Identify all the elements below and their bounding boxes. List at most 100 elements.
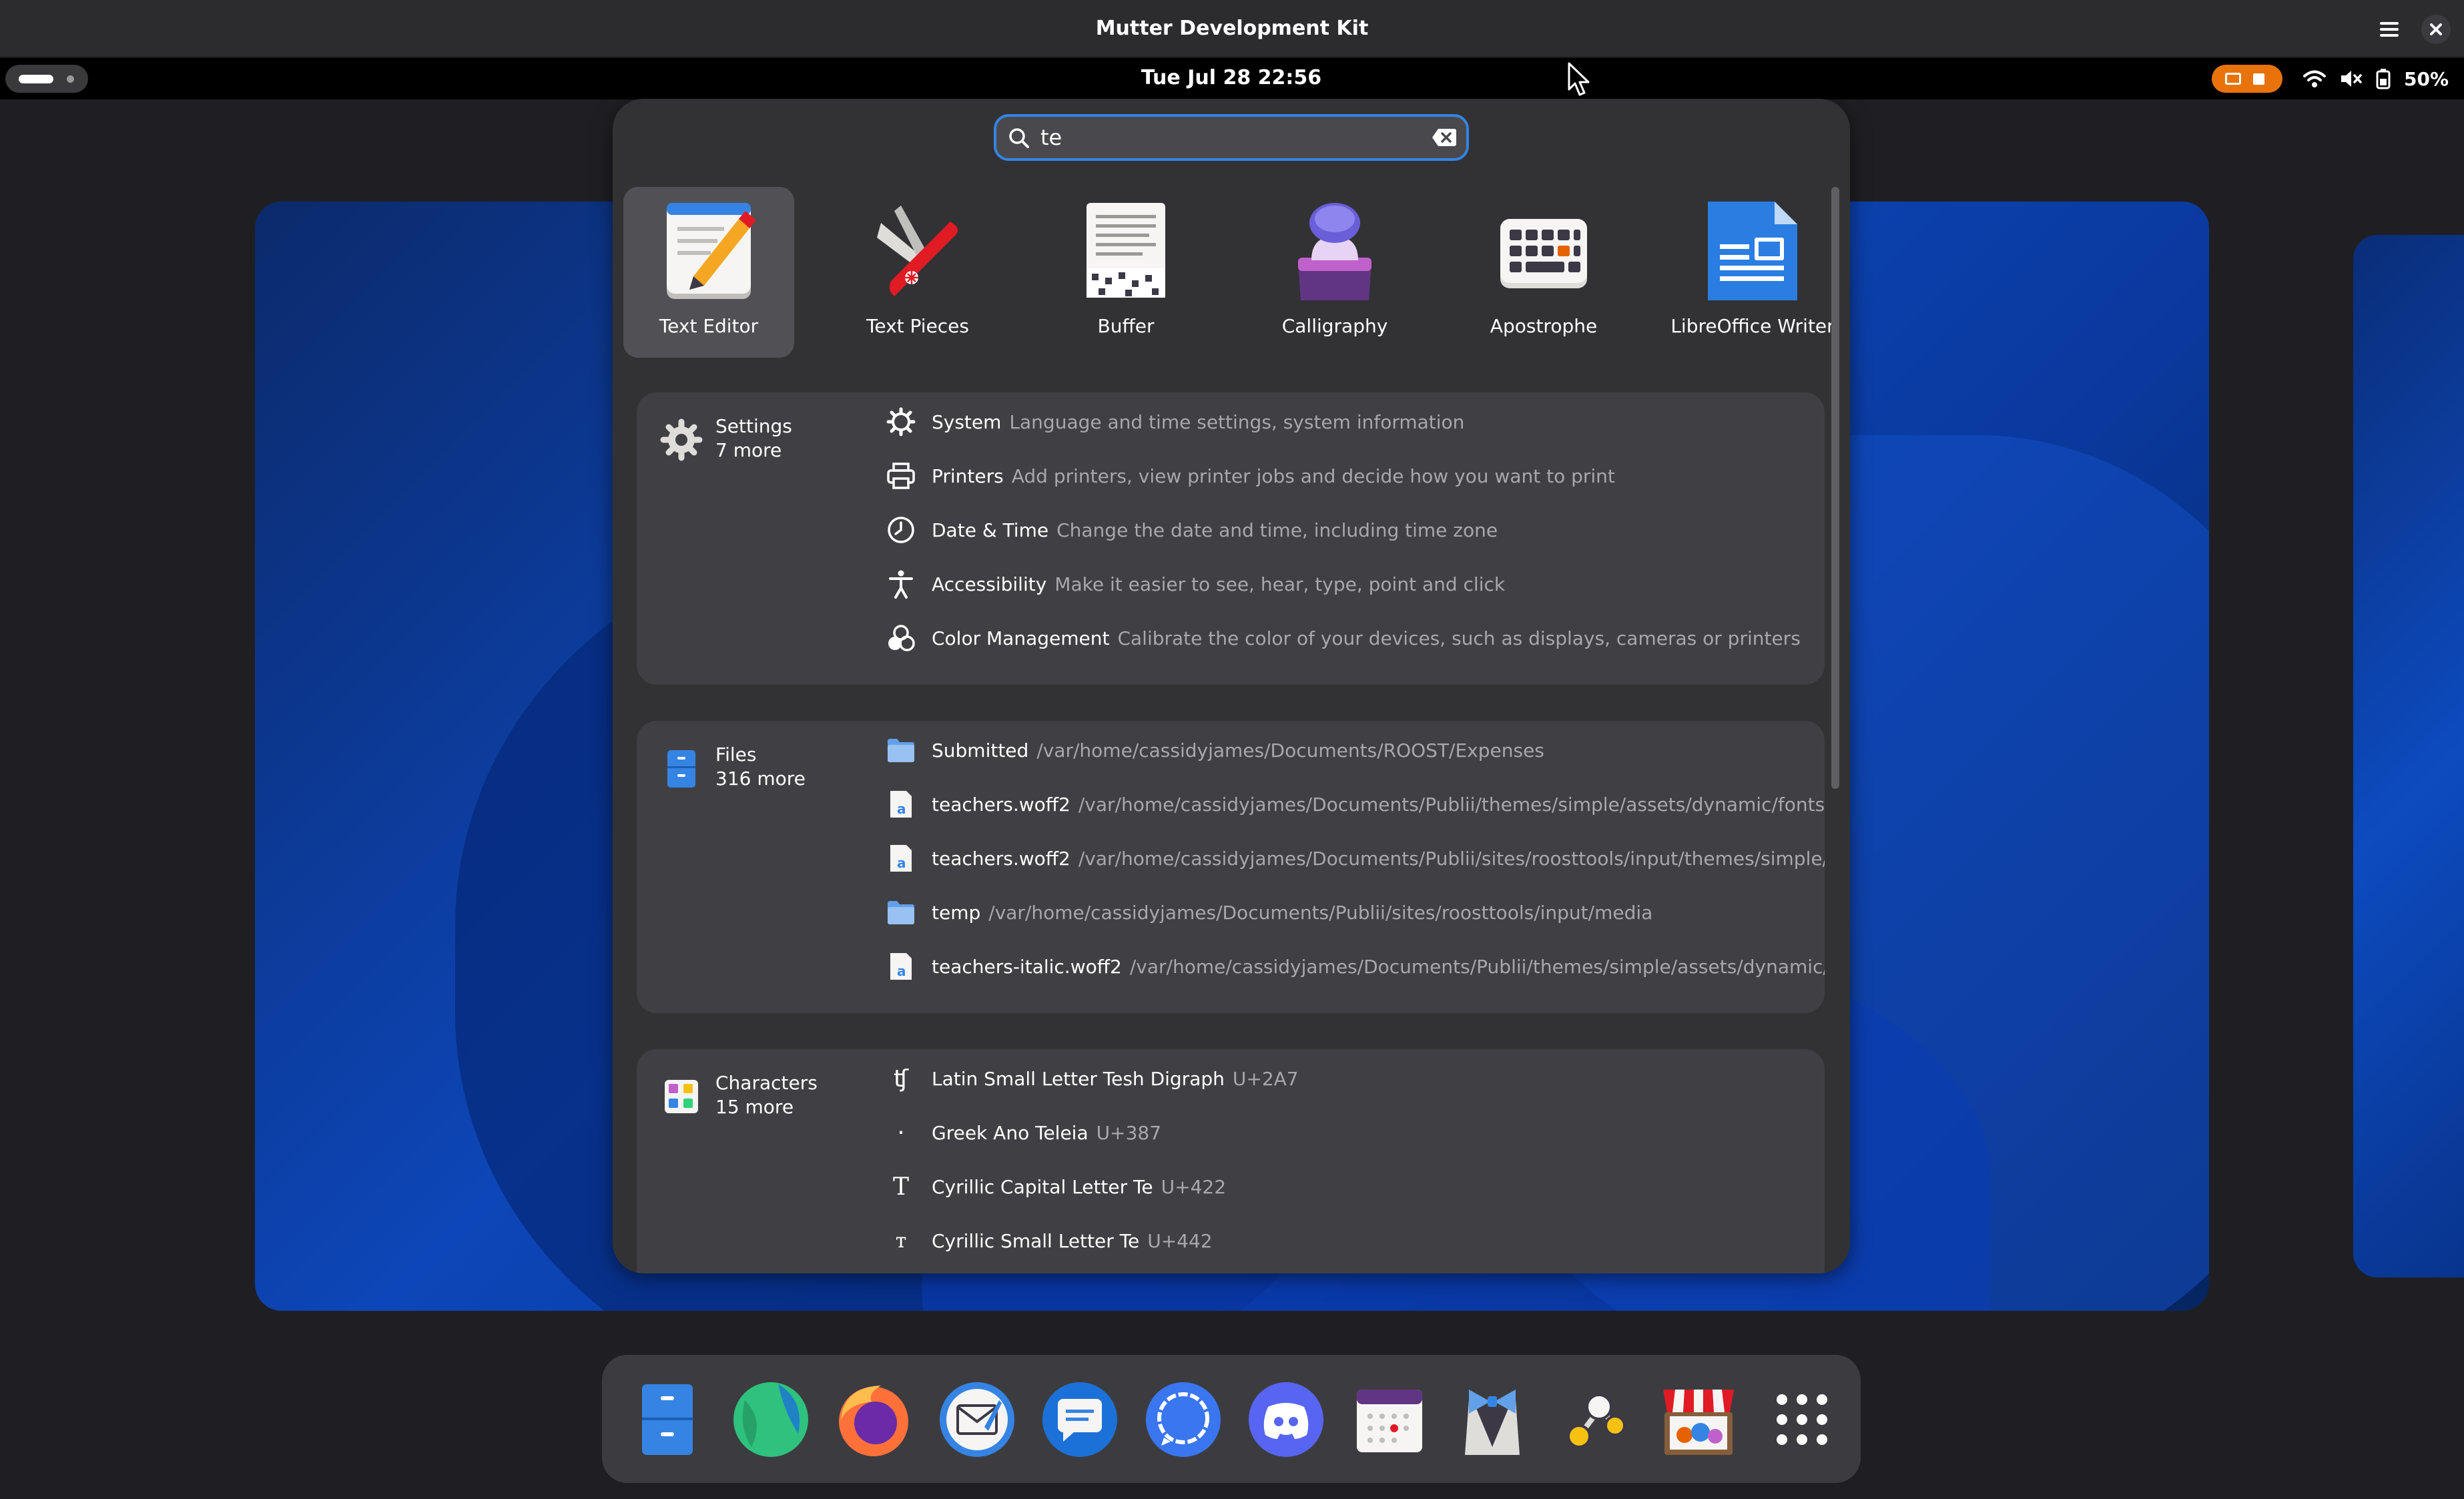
color-management-icon [884,621,918,655]
window-titlebar: Mutter Development Kit [0,0,2464,58]
dock-show-apps[interactable] [1763,1380,1841,1459]
characters-results-section: Characters 15 more ʧ Latin Small Letter … [637,1049,1825,1273]
web-browser-icon [733,1382,808,1457]
file-result[interactable]: Submitted /var/home/cassidyjames/Documen… [884,730,1544,770]
files-results-section: Files 316 more Submitted /var/home/cassi… [637,721,1825,1013]
dock-software-store[interactable] [1659,1380,1738,1459]
provider-name: Characters [715,1072,818,1094]
result-description: /var/home/cassidyjames/Documents/Publii/… [1078,793,1825,816]
folder-icon [884,895,918,930]
provider-more-count: 7 more [715,439,782,461]
search-input[interactable] [1040,122,1414,153]
main-menu-button[interactable] [2376,16,2403,43]
result-title: Color Management [932,627,1110,649]
calendar-icon [1357,1390,1422,1452]
search-results-overlay: Text Editor Text Pieces [613,99,1850,1273]
file-result[interactable]: temp /var/home/cassidyjames/Documents/Pu… [884,892,1652,932]
result-description: Add printers, view printer jobs and deci… [1011,465,1615,487]
settings-results-section: Settings 7 more System Language and time… [637,392,1825,685]
dock-firefox[interactable] [834,1380,913,1459]
result-title: teachers.woff2 [932,793,1070,816]
result-title: Printers [932,465,1004,487]
search-icon [1009,128,1029,148]
dock-tuxedo[interactable] [1453,1380,1532,1459]
printer-icon [884,459,918,493]
buffer-icon [1087,203,1165,298]
app-results-row: Text Editor Text Pieces Buffer Calligrap… [623,187,1850,358]
result-description: Make it easier to see, hear, type, point… [1054,573,1506,595]
firefox-icon [839,1386,908,1456]
screen-cast-indicator[interactable] [2212,65,2282,93]
gear-icon [884,404,918,439]
clear-search-icon[interactable] [1432,127,1457,147]
battery-icon [2376,69,2391,89]
close-button[interactable] [2421,15,2451,44]
settings-result-printers[interactable]: Printers Add printers, view printer jobs… [884,456,1615,496]
dock-network[interactable] [1556,1380,1635,1459]
settings-result-color-management[interactable]: Color Management Calibrate the color of … [884,618,1801,658]
window-title: Mutter Development Kit [1095,17,1369,40]
dock-calendar[interactable] [1350,1380,1429,1459]
discord-icon [1249,1382,1323,1457]
file-result[interactable]: a teachers-italic.woff2 /var/home/cassid… [884,946,1825,986]
settings-result-date-time[interactable]: Date & Time Change the date and time, in… [884,510,1498,550]
stop-icon [2253,73,2264,85]
app-result-calligraphy[interactable]: Calligraphy [1249,187,1420,358]
mouse-pointer-icon [1568,62,1590,96]
result-description: U+387 [1096,1121,1162,1144]
app-label: Text Pieces [866,315,969,337]
app-label: Buffer [1097,315,1155,337]
result-title: Accessibility [932,573,1047,595]
clock[interactable]: Tue Jul 28 22:56 [1128,66,1335,89]
character-result[interactable]: ʧ Latin Small Letter Tesh Digraph U+2A7 [884,1059,1299,1099]
text-pieces-icon [877,206,958,296]
result-title: teachers.woff2 [932,847,1070,870]
settings-result-accessibility[interactable]: Accessibility Make it easier to see, hea… [884,564,1505,604]
app-result-apostrophe[interactable]: Apostrophe [1458,187,1629,358]
hamburger-icon [2380,22,2399,37]
workspace-thumbnail-next[interactable] [2353,235,2464,1277]
settings-icon[interactable] [659,418,703,462]
activities-button[interactable] [5,65,88,93]
screen: Mutter Development Kit Tue Jul 28 22:56 [0,0,2464,1499]
app-result-libreoffice-writer[interactable]: LibreOffice Writer [1667,187,1838,358]
search-entry[interactable] [994,114,1469,161]
app-result-text-pieces[interactable]: Text Pieces [832,187,1003,358]
dock-chat[interactable] [1040,1380,1119,1459]
svg-text:a: a [897,855,906,871]
app-grid-icon [1777,1394,1827,1445]
character-result[interactable]: Т Cyrillic Capital Letter Te U+422 [884,1167,1226,1207]
app-result-buffer[interactable]: Buffer [1040,187,1211,358]
character-result[interactable]: т Cyrillic Small Letter Te U+442 [884,1221,1213,1261]
clock-icon [884,513,918,547]
dock-discord[interactable] [1247,1380,1325,1459]
dock-signal[interactable] [1144,1380,1223,1459]
app-label: Calligraphy [1281,315,1388,337]
workspace-indicator-active [19,75,53,83]
characters-app-icon[interactable] [659,1075,703,1119]
result-description: /var/home/cassidyjames/Documents/Publii/… [1129,955,1825,978]
app-label: Apostrophe [1490,315,1598,337]
dock-web-browser[interactable] [731,1380,810,1459]
file-result[interactable]: a teachers.woff2 /var/home/cassidyjames/… [884,838,1825,878]
results-scrollbar[interactable] [1831,187,1839,789]
result-title: Greek Ano Teleia [932,1121,1089,1144]
accessibility-icon [884,567,918,601]
character-result[interactable]: · Greek Ano Teleia U+387 [884,1113,1161,1153]
app-result-text-editor[interactable]: Text Editor [623,187,794,358]
files-app-icon[interactable] [659,746,703,790]
dock-mail[interactable] [938,1380,1016,1459]
result-title: System [932,410,1002,433]
result-title: Submitted [932,739,1029,762]
close-icon [2430,23,2442,35]
settings-result-system[interactable]: System Language and time settings, syste… [884,402,1464,442]
result-description: Language and time settings, system infor… [1009,410,1465,433]
dock [602,1355,1861,1483]
result-description: /var/home/cassidyjames/Documents/Publii/… [1078,847,1825,870]
system-status-area[interactable]: 50% [2302,63,2449,94]
dock-files[interactable] [628,1380,707,1459]
result-description: Change the date and time, including time… [1056,519,1498,541]
file-result[interactable]: a teachers.woff2 /var/home/cassidyjames/… [884,784,1825,824]
provider-more-count: 15 more [715,1096,794,1118]
result-title: temp [932,901,981,924]
